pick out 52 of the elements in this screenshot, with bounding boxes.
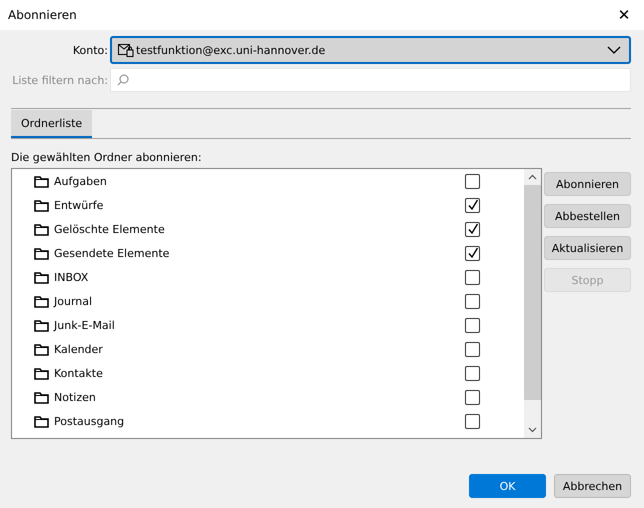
- window-title: Abonnieren: [8, 8, 77, 22]
- folder-name[interactable]: Postausgang: [54, 414, 460, 428]
- folder-name[interactable]: Gelöschte Elemente: [54, 222, 460, 236]
- mail-lock-icon: [118, 43, 134, 57]
- folder-name[interactable]: Kalender: [54, 342, 460, 356]
- folder-icon: [34, 414, 49, 428]
- chevron-down-icon: [607, 46, 621, 54]
- scroll-up-icon[interactable]: [528, 174, 537, 180]
- folder-icon: [34, 270, 49, 284]
- account-label: Konto:: [72, 44, 108, 56]
- folder-name[interactable]: Notizen: [54, 390, 460, 404]
- folder-icon: [34, 294, 49, 308]
- checkbox[interactable]: [465, 198, 480, 212]
- search-icon: [117, 74, 129, 86]
- action-button[interactable]: Aktualisieren: [544, 236, 631, 260]
- folder-name[interactable]: Junk-E-Mail: [54, 318, 460, 332]
- filter-field[interactable]: [110, 68, 631, 92]
- tab[interactable]: Ordnerliste: [11, 110, 92, 138]
- scroll-down-icon[interactable]: [528, 427, 537, 433]
- folder-icon: [34, 174, 49, 188]
- action-button[interactable]: Abonnieren: [544, 172, 631, 196]
- action-button[interactable]: Abbestellen: [544, 204, 631, 228]
- folder-name[interactable]: Kontakte: [54, 366, 460, 380]
- folder-icon: [34, 342, 49, 356]
- ok-button[interactable]: OK: [469, 474, 546, 498]
- folder-icon: [34, 246, 49, 260]
- folder-name[interactable]: Entwürfe: [54, 198, 460, 212]
- folder-name[interactable]: Journal: [54, 294, 460, 308]
- folder-name[interactable]: Aufgaben: [54, 174, 460, 188]
- folder-icon: [34, 390, 49, 404]
- checkbox[interactable]: [465, 294, 480, 308]
- checkbox[interactable]: [465, 222, 480, 236]
- checkbox[interactable]: [465, 174, 480, 188]
- list-label: Die gewählten Ordner abonnieren:: [11, 151, 203, 164]
- folder-icon: [34, 222, 49, 236]
- close-button[interactable]: ✕: [604, 0, 644, 30]
- checkbox[interactable]: [465, 366, 480, 380]
- folder-name[interactable]: Gesendete Elemente: [54, 246, 460, 260]
- checkbox[interactable]: [465, 390, 480, 404]
- folder-icon: [34, 318, 49, 332]
- account-dropdown[interactable]: testfunktion@exc.uni-hannover.de: [110, 36, 631, 64]
- checkbox[interactable]: [465, 318, 480, 332]
- filter-label: Liste filtern nach:: [11, 74, 108, 86]
- checkbox[interactable]: [465, 342, 480, 356]
- folder-icon: [34, 198, 49, 212]
- checkbox[interactable]: [465, 270, 480, 284]
- cancel-button[interactable]: Abbrechen: [554, 474, 631, 498]
- scrollbar[interactable]: [524, 169, 541, 438]
- checkbox[interactable]: [465, 246, 480, 260]
- folder-name[interactable]: INBOX: [54, 270, 460, 284]
- folder-icon: [34, 366, 49, 380]
- checkbox[interactable]: [465, 414, 480, 428]
